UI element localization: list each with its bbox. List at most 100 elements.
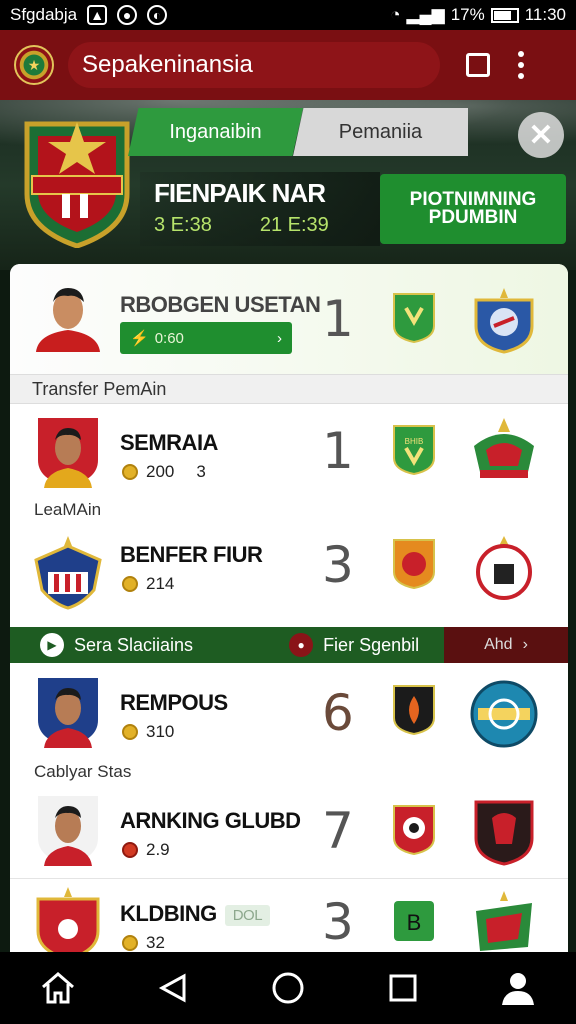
coin-icon: [122, 464, 138, 480]
address-bar[interactable]: Sepakeninansia: [68, 42, 440, 88]
overview-button[interactable]: [379, 964, 427, 1012]
circle-home-icon: [272, 972, 304, 1004]
home-button[interactable]: [34, 964, 82, 1012]
chevron-right-icon: ›: [522, 636, 528, 653]
team-badge-icon: [393, 685, 435, 736]
overflow-menu-icon[interactable]: [518, 51, 524, 79]
target-icon: ●: [289, 633, 314, 657]
back-icon: [158, 973, 186, 1003]
battery-icon: [490, 7, 519, 23]
league-badge-icon: [474, 800, 534, 866]
chevron-right-icon: ›: [277, 329, 282, 347]
team-badge-icon: B: [394, 901, 434, 941]
user-icon: [502, 973, 535, 1005]
list-item[interactable]: BENFER FIUR 214 3: [10, 526, 568, 626]
league-badge-icon: [476, 536, 532, 600]
club-crest-icon: [36, 887, 100, 954]
league-badge-icon: [474, 288, 534, 354]
alert-icon: ◐: [147, 5, 168, 25]
hero-banner: Inganaibin Pemaniia ✕ FIENPAIK NAR 3 E:3…: [0, 100, 576, 270]
team-badge-icon: [393, 805, 435, 856]
player-avatar: [36, 288, 100, 352]
status-badge: DOL: [224, 904, 271, 926]
player-meta: 32: [122, 933, 165, 953]
svg-text:B: B: [407, 910, 422, 935]
match-times: 3 E:38 21 E:39: [154, 214, 329, 237]
rank-value: 1: [322, 290, 354, 348]
match-title: FIENPAIK NAR: [154, 178, 326, 208]
status-bar: Sfgdabja ▲ ● ◐ ◔ ▂▄▆ 17% 11:30: [0, 0, 576, 30]
lightning-icon: ⚡: [130, 330, 149, 347]
signal-icon: ▂▄▆: [406, 5, 445, 24]
tabs-icon[interactable]: [466, 53, 490, 77]
close-icon: ✕: [528, 118, 554, 152]
rank-value: 6: [322, 684, 354, 742]
player-avatar: [38, 678, 98, 748]
player-meta: 200 3: [122, 462, 206, 482]
profile-button[interactable]: [494, 964, 542, 1012]
list-item[interactable]: SEMRAIA 200 3 1 BHIB: [10, 404, 568, 496]
club-logo-icon[interactable]: ★: [14, 45, 54, 85]
filter-item-2[interactable]: ● Fier Sgenbil: [193, 633, 419, 657]
player-name: REMPOUS: [120, 690, 228, 715]
team-badge-icon: BHIB: [393, 425, 435, 476]
battery-percent: 17%: [450, 5, 485, 24]
player-name: RBOBGEN USETAN: [120, 292, 321, 317]
notification-icon: ▲: [87, 5, 108, 25]
rank-value: 3: [322, 536, 354, 594]
league-badge-icon: [474, 418, 534, 478]
section-header: Transfer PemAin: [10, 374, 568, 404]
sub-label: Cablyar Stas: [34, 762, 132, 781]
tab-primary[interactable]: Inganaibin: [128, 108, 303, 156]
back-button[interactable]: [149, 964, 197, 1012]
coin-icon: [122, 576, 138, 592]
stat-chip[interactable]: ⚡ 0:60 ›: [120, 322, 292, 354]
close-button[interactable]: ✕: [518, 112, 564, 158]
filter-item-1[interactable]: ▶ Sera Slaciiains: [10, 633, 193, 657]
match-time-1: 3 E:38: [154, 214, 212, 236]
club-crest-icon: [34, 536, 102, 610]
sub-label: LeaMAin: [34, 500, 102, 519]
list-item[interactable]: KLDBING DOL 32 3 B: [10, 878, 568, 954]
match-time-2: 21 E:39: [259, 214, 329, 236]
club-crest-icon: [24, 121, 130, 248]
tab-secondary[interactable]: Pemaniia: [293, 108, 468, 156]
list-item[interactable]: RBOBGEN USETAN ⚡ 0:60 › 1: [10, 264, 568, 374]
clock: 11:30: [524, 5, 566, 24]
player-name: BENFER FIUR: [120, 542, 263, 567]
coin-icon: [122, 724, 138, 740]
wifi-icon: ◔: [390, 5, 401, 24]
coin-icon: [122, 935, 138, 951]
standings-card: RBOBGEN USETAN ⚡ 0:60 › 1 Transfer PemAi…: [10, 264, 568, 954]
league-badge-icon: [470, 680, 538, 748]
rank-value: 3: [322, 893, 354, 951]
app-title: Sepakeninansia: [82, 51, 253, 78]
list-item[interactable]: REMPOUS 310 6: [10, 662, 568, 774]
system-nav-bar: [0, 952, 576, 1024]
player-meta: 310: [122, 722, 174, 742]
player-meta: 2.9: [122, 840, 170, 860]
cta-button[interactable]: PIOTNIMNING PDUMBIN: [380, 174, 566, 244]
player-name: SEMRAIA: [120, 430, 218, 455]
square-icon: [389, 974, 417, 1002]
team-badge-icon: [393, 293, 435, 344]
rank-value: 7: [322, 802, 354, 860]
list-item[interactable]: ARNKING GLUBD 2.9 7: [10, 786, 568, 878]
messenger-icon: ●: [117, 5, 138, 25]
filter-bar: ▶ Sera Slaciiains ● Fier Sgenbil Ahd ›: [10, 627, 568, 663]
svg-text:BHIB: BHIB: [405, 437, 424, 446]
app-bar: ★ Sepakeninansia: [0, 30, 576, 100]
player-meta: 214: [122, 574, 174, 594]
play-icon: ▶: [40, 633, 64, 657]
recent-home-button[interactable]: [264, 964, 312, 1012]
player-avatar: [38, 418, 98, 488]
team-badge-icon: [393, 539, 435, 590]
coin-icon: [122, 842, 138, 858]
hero-tabs: Inganaibin Pemaniia: [128, 108, 468, 156]
carrier-label: Sfgdabja: [10, 5, 78, 24]
home-icon: [41, 972, 74, 1004]
filter-item-3[interactable]: Ahd ›: [444, 627, 568, 663]
player-avatar: [38, 796, 98, 866]
player-name: ARNKING GLUBD: [120, 808, 301, 833]
league-badge-icon: [476, 891, 532, 951]
